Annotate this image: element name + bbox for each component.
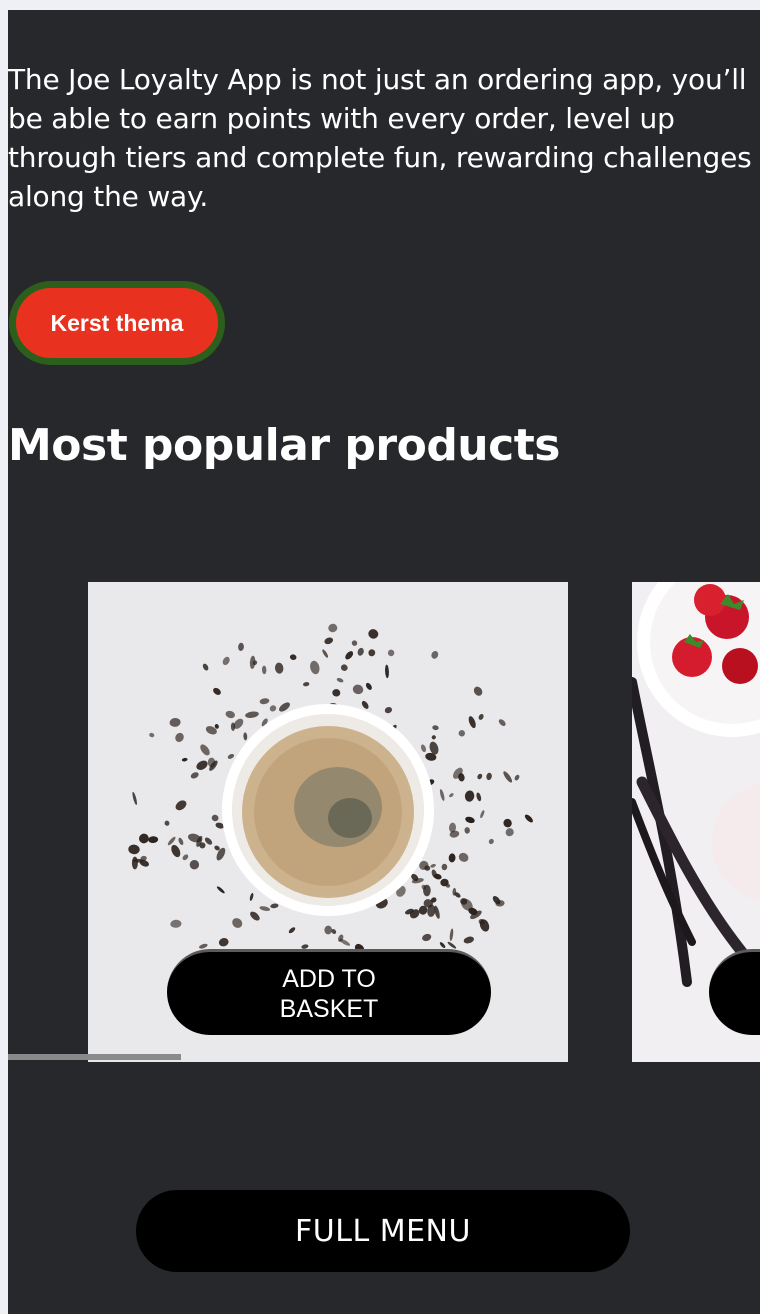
full-menu-button[interactable]: FULL MENU <box>136 1190 630 1272</box>
product-card[interactable]: ADD TO BASKET <box>88 582 568 1062</box>
product-card[interactable] <box>632 582 760 1062</box>
carousel-progress-fill <box>8 1054 181 1060</box>
add-to-basket-label: ADD TO BASKET <box>279 964 379 1023</box>
add-to-basket-button[interactable]: ADD TO BASKET <box>167 949 491 1035</box>
intro-text: The Joe Loyalty App is not just an order… <box>8 63 752 213</box>
section-title: Most popular products <box>8 420 560 471</box>
kerst-thema-button[interactable]: Kerst thema <box>9 281 225 365</box>
carousel-progress-bar <box>8 1054 760 1060</box>
page-container: The Joe Loyalty App is not just an order… <box>8 10 760 1314</box>
